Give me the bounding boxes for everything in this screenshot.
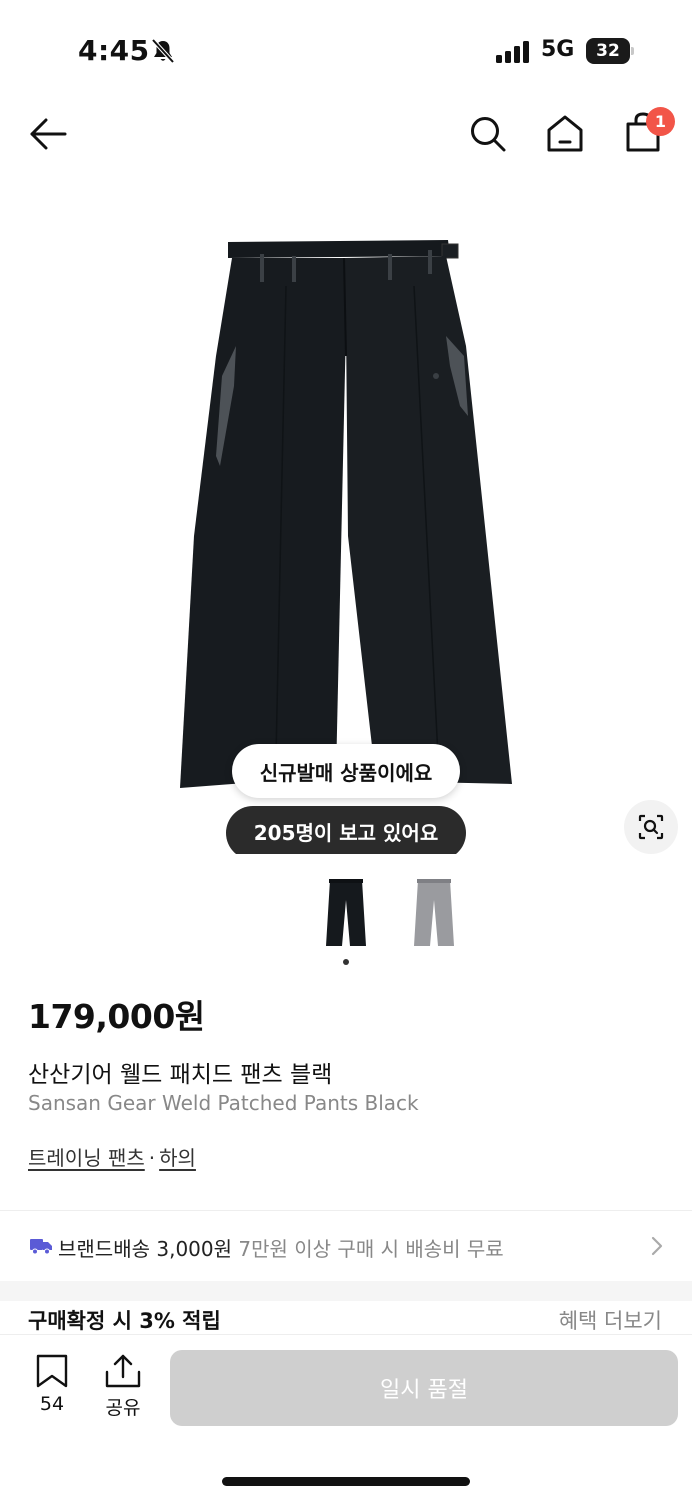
battery-icon: 32: [586, 38, 634, 64]
new-release-badge: 신규발매 상품이에요: [232, 744, 460, 798]
chevron-right-icon: [651, 1236, 663, 1256]
reward-label: 구매확정 시 3% 적립: [28, 1309, 221, 1333]
share-icon: [105, 1354, 141, 1388]
like-count: 54: [39, 1393, 65, 1415]
bookmark-icon: [36, 1354, 68, 1388]
bell-off-icon: [151, 38, 175, 64]
category-separator: ·: [148, 1146, 156, 1170]
home-button[interactable]: [543, 110, 587, 156]
product-name-en: Sansan Gear Weld Patched Pants Black: [28, 1091, 419, 1115]
viewer-count-wrap: 205명이 보고 있어요: [226, 806, 466, 854]
sold-out-button[interactable]: 일시 품절: [170, 1350, 678, 1426]
thumbnail-black[interactable]: [322, 876, 370, 950]
back-button[interactable]: [26, 112, 70, 156]
image-search-button[interactable]: [624, 800, 678, 854]
benefit-more-link[interactable]: 혜택 더보기: [559, 1305, 662, 1335]
category-link-primary[interactable]: 트레이닝 팬츠: [28, 1146, 145, 1170]
status-time: 4:45: [78, 34, 150, 67]
truck-icon: [30, 1239, 52, 1255]
share-label: 공유: [105, 1397, 141, 1419]
shipping-info-row[interactable]: 브랜드배송 3,000원 7만원 이상 구매 시 배송비 무료: [0, 1211, 692, 1281]
thumbnail-gray[interactable]: [410, 876, 458, 950]
back-arrow-icon: [30, 118, 67, 150]
home-indicator: [222, 1477, 470, 1486]
category-link-secondary[interactable]: 하의: [159, 1146, 196, 1170]
search-button[interactable]: [466, 112, 510, 156]
product-image[interactable]: [176, 236, 516, 796]
viewer-count-badge: 205명이 보고 있어요: [226, 806, 466, 854]
share-button[interactable]: 공유: [97, 1353, 149, 1419]
lens-search-icon: [638, 814, 664, 840]
signal-icon: [496, 41, 529, 63]
cart-badge: 1: [646, 107, 675, 136]
bottom-action-bar: 54 공유 일시 품절: [0, 1334, 692, 1500]
home-icon: [547, 115, 583, 152]
shipping-text: 브랜드배송 3,000원 7만원 이상 구매 시 배송비 무료: [58, 1233, 504, 1262]
network-type: 5G: [541, 37, 575, 62]
product-name-ko: 산산기어 웰드 패치드 팬츠 블랙: [28, 1062, 333, 1088]
section-separator: [0, 1281, 692, 1301]
like-button[interactable]: 54: [26, 1353, 78, 1417]
status-bar: 4:45 5G 32: [0, 0, 692, 100]
category-breadcrumb: 트레이닝 팬츠 · 하의: [28, 1142, 196, 1171]
battery-level: 32: [596, 41, 620, 61]
reward-row: 구매확정 시 3% 적립 혜택 더보기: [0, 1301, 692, 1335]
shipping-note: 7만원 이상 구매 시 배송비 무료: [238, 1237, 504, 1261]
search-icon: [471, 117, 506, 152]
carousel-indicator: [343, 959, 349, 965]
shipping-label: 브랜드배송 3,000원: [58, 1237, 233, 1261]
product-price: 179,000원: [28, 997, 205, 1036]
